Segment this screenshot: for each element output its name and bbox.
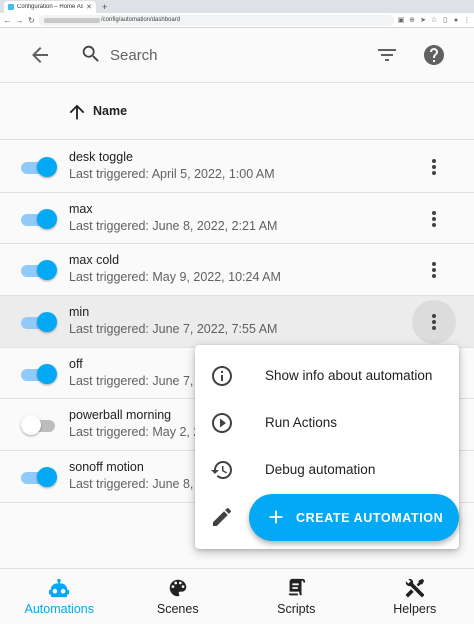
more-vertical-icon: [432, 262, 436, 279]
toggle-knob: [37, 157, 57, 177]
share-icon[interactable]: ➤: [419, 16, 427, 24]
sort-ascending-arrow-icon[interactable]: [66, 101, 88, 123]
table-row[interactable]: max Last triggered: June 8, 2022, 2:21 A…: [0, 192, 474, 245]
row-overflow-button[interactable]: [420, 153, 448, 181]
tools-icon: [405, 578, 424, 598]
automation-name: sonoff motion: [69, 460, 144, 475]
automation-name: min: [69, 305, 90, 320]
sidebar-toggle-icon[interactable]: ▯: [441, 16, 449, 24]
toggle-knob: [37, 260, 57, 281]
row-overflow-button[interactable]: [420, 256, 448, 284]
menu-item-label: Run Actions: [265, 415, 338, 430]
zoom-icon[interactable]: ⊕: [408, 16, 416, 24]
browser-forward-icon[interactable]: →: [15, 16, 24, 25]
table-row[interactable]: min Last triggered: June 7, 2022, 7:55 A…: [0, 296, 474, 348]
menu-item-label: Show info about automation: [265, 368, 433, 383]
last-triggered: Last triggered: June 7,: [69, 373, 194, 388]
back-arrow-icon[interactable]: [28, 43, 52, 67]
pencil-icon: [213, 507, 232, 526]
profile-icon[interactable]: ●: [452, 17, 460, 24]
browser-tab-strip: Configuration – Home Ass ✕ +: [0, 0, 474, 13]
toggle-knob: [37, 312, 57, 333]
enable-toggle[interactable]: [21, 311, 57, 333]
filter-icon[interactable]: [375, 43, 399, 67]
last-triggered: Last triggered: June 8, 2022, 2:21 AM: [69, 218, 278, 233]
menu-item-run-actions[interactable]: Run Actions: [195, 399, 459, 446]
row-overflow-button[interactable]: [420, 205, 448, 233]
nav-item-scripts[interactable]: Scripts: [237, 569, 356, 624]
nav-item-helpers[interactable]: Helpers: [356, 569, 474, 624]
table-row[interactable]: desk toggle Last triggered: April 5, 202…: [0, 141, 474, 193]
automation-name: max cold: [69, 253, 120, 268]
browser-tab-title: Configuration – Home Ass: [17, 4, 84, 10]
nav-item-automations[interactable]: Automations: [0, 569, 119, 624]
play-circle-icon: [212, 413, 232, 433]
last-triggered: Last triggered: May 2, 2: [69, 425, 201, 440]
search-input[interactable]: [110, 44, 310, 66]
automation-name: desk toggle: [69, 150, 133, 164]
info-icon: [212, 366, 232, 386]
create-automation-label: CREATE AUTOMATION: [296, 511, 444, 525]
toggle-knob: [21, 415, 41, 436]
more-vertical-icon: [432, 210, 436, 227]
favicon-icon: [8, 4, 14, 10]
enable-toggle[interactable]: [21, 259, 57, 281]
enable-toggle[interactable]: [21, 156, 57, 178]
last-triggered: Last triggered: April 5, 2022, 1:00 AM: [69, 167, 275, 181]
enable-toggle[interactable]: [21, 466, 57, 488]
automation-name: powerball morning: [69, 408, 172, 423]
url-field[interactable]: /config/automation/dashboard: [39, 14, 394, 26]
close-tab-icon[interactable]: ✕: [86, 3, 92, 11]
script-icon: [288, 578, 306, 596]
history-icon: [211, 461, 232, 479]
plus-icon: [269, 510, 283, 524]
menu-item-show-info[interactable]: Show info about automation: [195, 352, 459, 399]
table-row[interactable]: max cold Last triggered: May 9, 2022, 10…: [0, 244, 474, 297]
palette-icon: [169, 579, 186, 597]
browser-back-icon[interactable]: ←: [3, 16, 12, 25]
more-vertical-icon: [432, 314, 436, 331]
enable-toggle[interactable]: [21, 414, 57, 436]
more-vertical-icon: [432, 159, 436, 175]
nav-label: Automations: [24, 602, 94, 616]
nav-label: Scenes: [156, 602, 199, 616]
browser-menu-icon[interactable]: ⋮: [463, 16, 471, 24]
last-triggered: Last triggered: June 7, 2022, 7:55 AM: [69, 322, 278, 337]
new-tab-icon[interactable]: +: [102, 1, 107, 13]
nav-label: Helpers: [393, 602, 437, 616]
column-header-name[interactable]: Name: [93, 104, 127, 118]
nav-label: Scripts: [277, 602, 316, 616]
toggle-knob: [37, 208, 57, 229]
last-triggered: Last triggered: May 9, 2022, 10:24 AM: [69, 270, 281, 285]
browser-tab[interactable]: Configuration – Home Ass ✕: [4, 1, 96, 13]
search-icon: [82, 45, 99, 62]
last-triggered: Last triggered: June 8,: [69, 477, 194, 492]
row-overflow-button[interactable]: [412, 300, 456, 345]
menu-item-debug[interactable]: Debug automation: [195, 446, 459, 493]
bookmark-star-icon[interactable]: ☆: [430, 16, 438, 24]
automation-name: max: [69, 201, 93, 216]
enable-toggle[interactable]: [21, 208, 57, 230]
toggle-knob: [37, 363, 57, 384]
url-path: /config/automation/dashboard: [101, 17, 181, 23]
app-header: [0, 28, 474, 83]
extension-icon[interactable]: ▣: [397, 16, 405, 24]
automation-name: off: [69, 356, 83, 371]
browser-address-bar: ← → ↻ /config/automation/dashboard ▣ ⊕ ➤…: [0, 13, 474, 28]
bottom-navigation: Automations Scenes Scripts Helpers: [0, 568, 474, 624]
browser-reload-icon[interactable]: ↻: [27, 16, 36, 25]
menu-item-label: Debug automation: [265, 462, 376, 477]
nav-item-scenes[interactable]: Scenes: [119, 569, 238, 624]
toggle-knob: [37, 467, 57, 488]
enable-toggle[interactable]: [21, 363, 57, 385]
url-host-redacted: [44, 17, 100, 23]
help-icon[interactable]: [422, 43, 446, 67]
robot-icon: [49, 578, 70, 598]
create-automation-button[interactable]: CREATE AUTOMATION: [249, 494, 459, 541]
table-header: Name: [0, 84, 474, 140]
